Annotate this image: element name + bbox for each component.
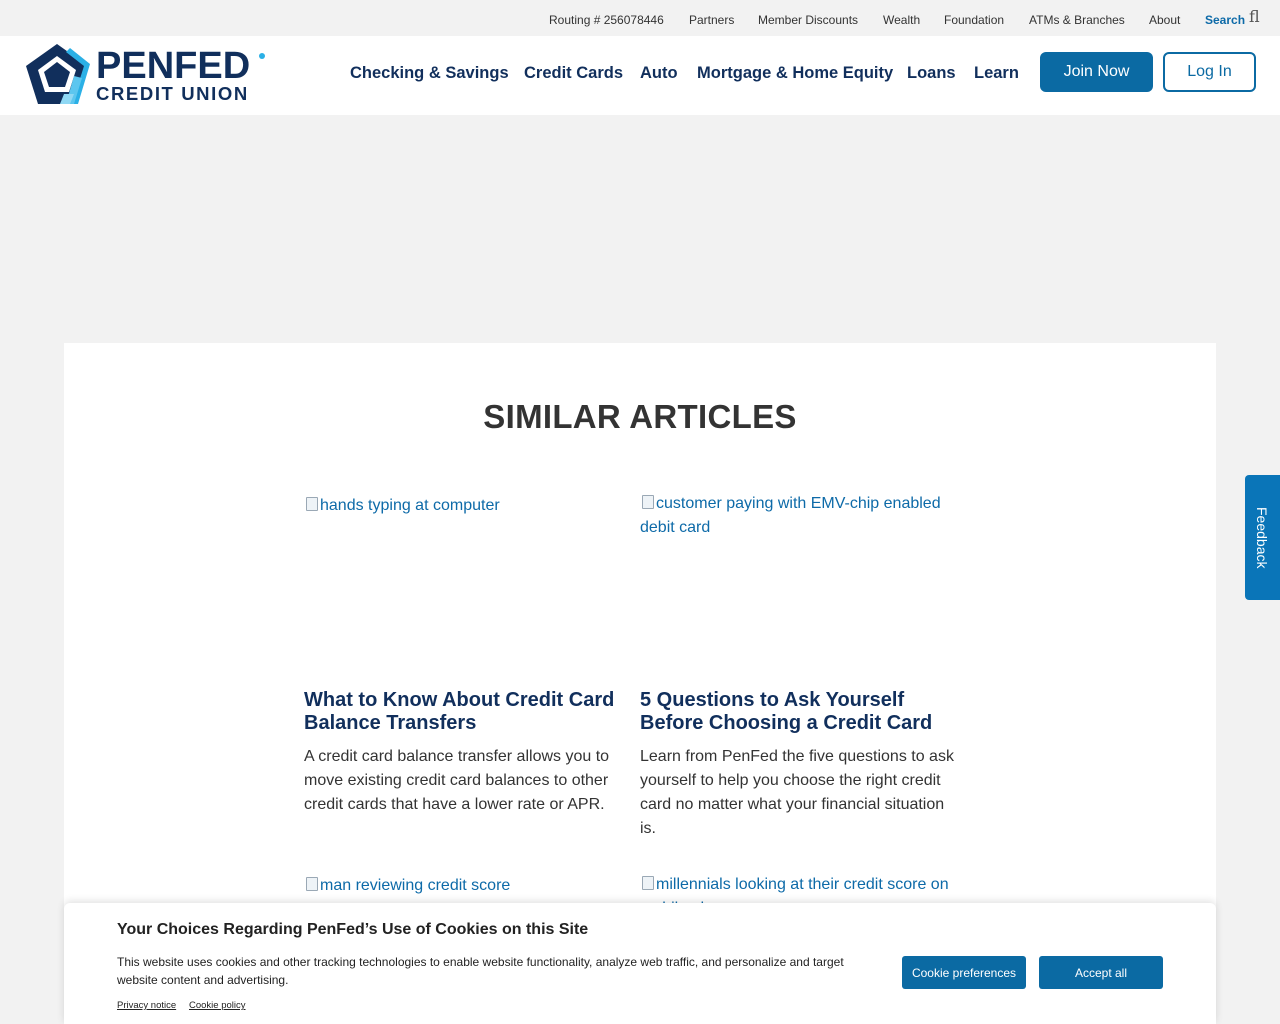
- article-image[interactable]: hands typing at computer: [304, 494, 620, 518]
- image-alt-text: hands typing at computer: [320, 497, 500, 514]
- wealth-link[interactable]: Wealth: [883, 13, 920, 27]
- nav-checking-savings[interactable]: Checking & Savings: [350, 64, 509, 82]
- broken-image-icon: [640, 494, 656, 510]
- broken-image-icon: [640, 875, 656, 891]
- about-link[interactable]: About: [1149, 13, 1180, 27]
- image-alt-text: man reviewing credit score: [320, 877, 511, 894]
- article-description: Learn from PenFed the five questions to …: [640, 748, 954, 837]
- search-link[interactable]: Search: [1205, 13, 1245, 27]
- feedback-label: Feedback: [1254, 507, 1270, 569]
- article-title[interactable]: What to Know About Credit Card Balance T…: [304, 689, 624, 735]
- cookie-policy-link[interactable]: Cookie policy: [189, 1000, 246, 1011]
- broken-image-icon: [304, 496, 320, 512]
- cookie-banner: Your Choices Regarding PenFed’s Use of C…: [64, 903, 1216, 1024]
- nav-mortgage-home-equity[interactable]: Mortgage & Home Equity: [697, 64, 893, 82]
- nav-loans[interactable]: Loans: [907, 64, 956, 82]
- article-image[interactable]: millennials looking at their credit scor…: [640, 873, 956, 903]
- article-description: A credit card balance transfer allows yo…: [304, 748, 610, 813]
- accept-all-button[interactable]: Accept all: [1039, 956, 1163, 989]
- pentagon-logo-icon: [26, 44, 90, 104]
- broken-image-icon: [304, 876, 320, 892]
- logo-wordmark-credit-union: CREDIT UNION: [96, 83, 249, 104]
- section-title: SIMILAR ARTICLES: [483, 398, 797, 435]
- article-image[interactable]: customer paying with EMV-chip enabled de…: [640, 492, 956, 540]
- join-now-button[interactable]: Join Now: [1040, 52, 1153, 92]
- article-image[interactable]: man reviewing credit score: [304, 874, 620, 898]
- nav-credit-cards[interactable]: Credit Cards: [524, 64, 623, 82]
- image-alt-text: customer paying with EMV-chip enabled de…: [640, 495, 941, 536]
- article-title[interactable]: 5 Questions to Ask Yourself Before Choos…: [640, 689, 940, 735]
- image-alt-text: millennials looking at their credit scor…: [640, 876, 949, 903]
- atms-branches-link[interactable]: ATMs & Branches: [1029, 13, 1125, 27]
- foundation-link[interactable]: Foundation: [944, 13, 1004, 27]
- cookie-preferences-button[interactable]: Cookie preferences: [902, 956, 1026, 989]
- utility-bar: Routing # 256078446 Partners Member Disc…: [0, 0, 1280, 36]
- routing-number: Routing # 256078446: [549, 13, 664, 27]
- cookie-banner-text: This website uses cookies and other trac…: [117, 955, 844, 987]
- nav-auto[interactable]: Auto: [640, 64, 678, 82]
- feedback-tab[interactable]: Feedback: [1245, 475, 1280, 600]
- main-header: PENFED CREDIT UNION Checking & Savings C…: [0, 36, 1280, 115]
- nav-learn[interactable]: Learn: [974, 64, 1019, 82]
- member-discounts-link[interactable]: Member Discounts: [758, 13, 858, 27]
- registered-mark-icon: [259, 53, 265, 59]
- partners-link[interactable]: Partners: [689, 13, 734, 27]
- log-in-button[interactable]: Log In: [1163, 52, 1256, 92]
- logo-wordmark-penfed: PENFED: [96, 45, 251, 87]
- privacy-notice-link[interactable]: Privacy notice: [117, 1000, 176, 1011]
- cookie-banner-title: Your Choices Regarding PenFed’s Use of C…: [117, 921, 589, 938]
- search-icon[interactable]: fl: [1249, 9, 1261, 25]
- penfed-logo[interactable]: PENFED CREDIT UNION: [24, 42, 269, 106]
